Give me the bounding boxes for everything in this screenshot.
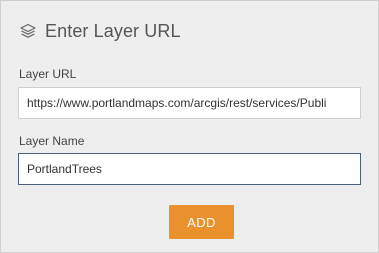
- dialog-title: Enter Layer URL: [45, 20, 181, 41]
- add-layer-panel: Enter Layer URL Layer URL Layer Name ADD: [0, 0, 379, 253]
- layer-name-input[interactable]: [18, 153, 361, 185]
- layers-icon: [19, 22, 37, 40]
- layer-name-label: Layer Name: [19, 134, 85, 148]
- layer-url-input[interactable]: [18, 87, 361, 119]
- panel-header: Enter Layer URL: [19, 19, 181, 43]
- layer-url-label: Layer URL: [19, 67, 77, 81]
- add-button[interactable]: ADD: [169, 205, 234, 239]
